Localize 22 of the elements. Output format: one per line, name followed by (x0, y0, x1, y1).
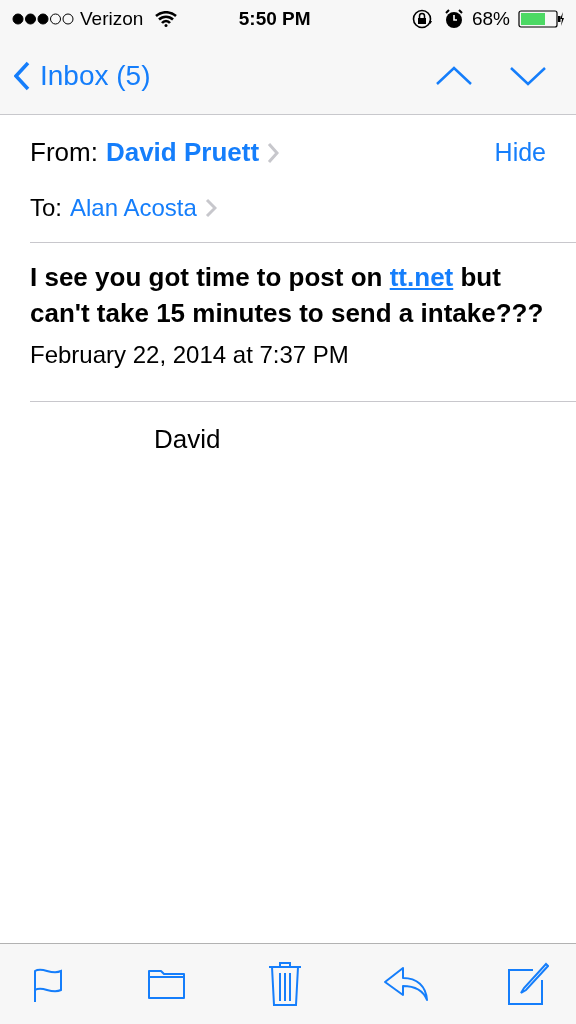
to-label: To: (30, 193, 62, 223)
back-button[interactable]: Inbox (5) (14, 55, 151, 97)
from-label: From: (30, 136, 98, 169)
chevron-right-icon (267, 141, 280, 164)
alarm-icon (443, 9, 464, 29)
hide-button[interactable]: Hide (494, 133, 546, 172)
signal-icon (12, 13, 74, 25)
web-link[interactable]: tt.net (389, 262, 454, 292)
chevron-right-icon (204, 198, 217, 218)
sender-link[interactable]: David Pruett (105, 133, 280, 172)
carrier-name: Verizon (80, 6, 144, 31)
wifi-icon (155, 11, 178, 27)
compose-button[interactable] (506, 962, 550, 1006)
status-time: 5:50 PM (237, 6, 312, 31)
message-body: David (153, 423, 222, 456)
message-date: February 22, 2014 at 7:37 PM (30, 340, 350, 370)
rotation-lock-icon (411, 9, 434, 29)
battery-percent: 68% (471, 6, 510, 31)
battery-icon (518, 10, 564, 28)
message-subject: I see you got time to post on tt.net but can't take 15 minutes to send a intake??? (30, 261, 545, 330)
recipient-link[interactable]: Alan Acosta (70, 190, 217, 226)
chevron-left-icon (14, 61, 30, 91)
